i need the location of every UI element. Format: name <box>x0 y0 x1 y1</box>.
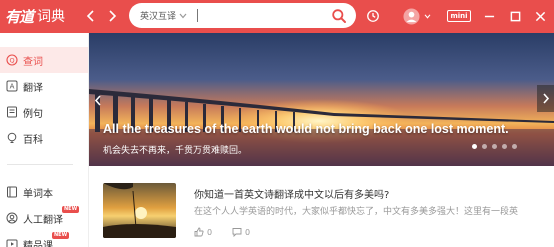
banner-quote-en: All the treasures of the earth would not… <box>103 122 509 136</box>
sidebar-item-translate[interactable]: A 翻译 <box>0 73 88 99</box>
sidebar-item-lookup[interactable]: Q 查词 <box>0 47 88 73</box>
sidebar-item-courses[interactable]: 精品课 NEW <box>0 231 88 247</box>
close-button[interactable] <box>532 7 548 25</box>
mini-mode-button[interactable]: mini <box>447 7 471 25</box>
article-thumbnail[interactable] <box>103 183 176 238</box>
lookup-icon: Q <box>6 54 18 66</box>
close-icon <box>535 11 545 21</box>
chevron-down-icon <box>179 13 187 18</box>
chevron-down-icon <box>424 13 431 19</box>
logo-text: 词典 <box>37 9 66 25</box>
title-bar: 有道 词典 英汉互译 mini <box>0 0 554 33</box>
carousel-dot[interactable] <box>472 144 477 149</box>
carousel-dot[interactable] <box>502 144 507 149</box>
sidebar-divider <box>7 164 73 165</box>
sidebar-item-examples[interactable]: 例句 <box>0 99 88 125</box>
comment-button[interactable]: 0 <box>232 227 250 237</box>
human-translation-icon <box>6 212 18 224</box>
article-card[interactable]: 你知道一首英文诗翻译成中文以后有多美吗? 在这个人人学英语的时代，大家似乎都快忘… <box>89 166 554 247</box>
comment-count: 0 <box>245 227 251 237</box>
article-summary: 在这个人人学英语的时代，大家似乎都快忘了，中文有多美多强大！这里有一段英 <box>194 207 519 217</box>
sidebar-item-encyclopedia[interactable]: 百科 <box>0 125 88 151</box>
chevron-right-icon <box>109 10 117 22</box>
wordbook-icon <box>7 186 17 198</box>
minimize-button[interactable] <box>481 7 497 25</box>
sidebar-item-label: 单词本 <box>23 188 53 200</box>
minimize-icon <box>484 15 494 17</box>
banner-carousel[interactable]: All the treasures of the earth would not… <box>89 33 554 166</box>
forward-button[interactable] <box>104 7 120 25</box>
clock-icon <box>367 10 379 22</box>
article-title[interactable]: 你知道一首英文诗翻译成中文以后有多美吗? <box>194 186 389 201</box>
carousel-dots <box>472 144 517 149</box>
banner-next-button[interactable] <box>537 85 554 112</box>
sidebar-item-label: 查词 <box>23 56 43 68</box>
sidebar-item-label: 人工翻译 <box>23 214 63 226</box>
carousel-dot[interactable] <box>482 144 487 149</box>
sidebar-item-label: 例句 <box>23 108 43 120</box>
chevron-right-icon <box>542 93 549 104</box>
chevron-left-icon <box>86 10 94 22</box>
svg-text:A: A <box>10 83 15 91</box>
examples-icon <box>7 106 17 118</box>
back-button[interactable] <box>83 7 99 25</box>
maximize-icon <box>510 11 520 21</box>
lightbulb-icon <box>7 132 17 143</box>
banner-prev-button[interactable] <box>89 87 106 114</box>
user-menu[interactable] <box>401 7 433 25</box>
carousel-dot[interactable] <box>492 144 497 149</box>
sidebar-item-label: 精品课 <box>23 240 53 247</box>
sidebar-item-label: 翻译 <box>23 82 43 94</box>
language-select-label: 英汉互译 <box>140 12 177 22</box>
new-badge: NEW <box>52 232 70 239</box>
search-bar: 英汉互译 <box>129 3 356 28</box>
maximize-button[interactable] <box>507 7 523 25</box>
like-count: 0 <box>207 227 213 237</box>
search-icon[interactable] <box>331 8 347 24</box>
avatar-icon <box>403 7 420 25</box>
app-logo: 有道 词典 <box>5 5 65 27</box>
like-button[interactable]: 0 <box>194 227 212 237</box>
search-input[interactable] <box>202 6 331 25</box>
translate-icon: A <box>6 80 18 92</box>
chevron-left-icon <box>94 95 101 106</box>
thumbs-up-icon <box>194 227 204 237</box>
dictionary-app: 有道 词典 英汉互译 mini Q 查词 A 翻译 例句 百科 单词本 人工翻译… <box>0 0 554 247</box>
history-button[interactable] <box>364 7 382 25</box>
sidebar: Q 查词 A 翻译 例句 百科 单词本 人工翻译 NEW 精品课 NEW <box>0 33 89 247</box>
courses-icon <box>6 239 18 247</box>
sidebar-item-label: 百科 <box>23 134 43 146</box>
banner-quote-zh: 机会失去不再来，千贯万贯难赎回。 <box>103 146 248 156</box>
sunset-image <box>103 183 176 238</box>
language-select[interactable]: 英汉互译 <box>140 9 187 22</box>
comment-icon <box>232 228 242 237</box>
sidebar-item-wordbook[interactable]: 单词本 <box>0 179 88 205</box>
svg-text:Q: Q <box>9 56 14 64</box>
logo-mark: 有道 <box>5 7 34 26</box>
new-badge: NEW <box>62 206 80 213</box>
search-divider <box>197 9 199 22</box>
sidebar-item-human-translation[interactable]: 人工翻译 NEW <box>0 205 88 231</box>
carousel-dot[interactable] <box>512 144 517 149</box>
mini-label: mini <box>447 10 471 22</box>
